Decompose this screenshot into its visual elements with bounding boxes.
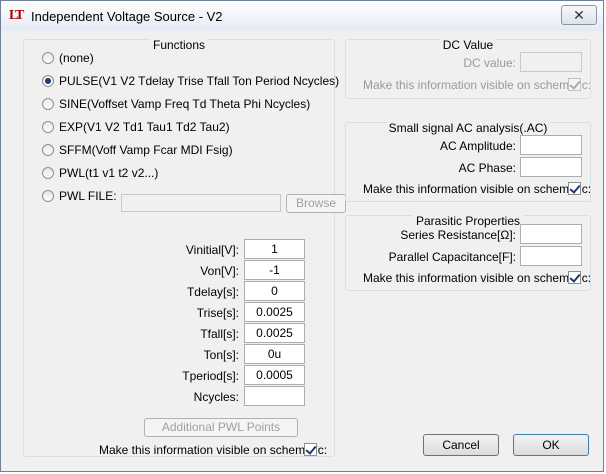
parasitic-visible-checkbox[interactable] <box>568 271 581 284</box>
dc-value-label: DC value: <box>463 56 516 70</box>
radio-pulse[interactable]: PULSE(V1 V2 Tdelay Trise Tfall Ton Perio… <box>42 73 339 89</box>
ac-phase-label: AC Phase: <box>458 161 516 175</box>
radio-pwl-label: PWL(t1 v1 t2 v2...) <box>59 166 159 180</box>
radio-none-icon[interactable] <box>42 52 54 64</box>
radio-none[interactable]: (none) <box>42 50 94 66</box>
functions-title: Functions <box>149 38 209 52</box>
functions-visible-checkbox[interactable] <box>304 443 317 456</box>
trise-label: Trise[s]: <box>196 306 239 320</box>
tperiod-label: Tperiod[s]: <box>182 369 239 383</box>
radio-exp[interactable]: EXP(V1 V2 Td1 Tau1 Td2 Tau2) <box>42 119 230 135</box>
parallel-capacitance-label: Parallel Capacitance[F]: <box>388 250 516 264</box>
dialog-window: LT Independent Voltage Source - V2 ✕ Fun… <box>0 0 604 472</box>
ltspice-app-icon: LT <box>9 8 24 23</box>
radio-exp-icon[interactable] <box>42 121 54 133</box>
series-resistance-input[interactable] <box>520 224 582 244</box>
radio-sine-label: SINE(Voffset Vamp Freq Td Theta Phi Ncyc… <box>59 97 311 111</box>
trise-input[interactable]: 0.0025 <box>244 302 305 322</box>
radio-sffm-label: SFFM(Voff Vamp Fcar MDI Fsig) <box>59 143 233 157</box>
radio-none-label: (none) <box>59 51 94 65</box>
radio-pulse-label: PULSE(V1 V2 Tdelay Trise Tfall Ton Perio… <box>59 74 340 88</box>
parallel-capacitance-input[interactable] <box>520 246 582 266</box>
ac-amplitude-input[interactable] <box>520 135 582 155</box>
ac-analysis-group: Small signal AC analysis(.AC) AC Amplitu… <box>345 121 592 202</box>
radio-pwl-file-label: PWL FILE: <box>59 189 117 203</box>
von-label: Von[V]: <box>200 264 239 278</box>
ac-visible-label: Make this information visible on schemat… <box>363 182 592 196</box>
series-resistance-label: Series Resistance[Ω]: <box>400 228 516 242</box>
radio-pwl-file-icon[interactable] <box>42 190 54 202</box>
dc-value-group: DC Value DC value: Make this information… <box>345 38 592 99</box>
radio-sffm[interactable]: SFFM(Voff Vamp Fcar MDI Fsig) <box>42 142 233 158</box>
radio-sffm-icon[interactable] <box>42 144 54 156</box>
title-bar[interactable]: LT Independent Voltage Source - V2 ✕ <box>1 1 603 31</box>
ok-button[interactable]: OK <box>513 434 589 456</box>
dc-value-title: DC Value <box>439 38 497 52</box>
dc-value-input[interactable] <box>520 52 582 72</box>
parasitic-group: Parasitic Properties Series Resistance[Ω… <box>345 214 592 291</box>
tfall-label: Tfall[s]: <box>200 327 239 341</box>
ton-input[interactable]: 0u <box>244 344 305 364</box>
additional-pwl-points-button[interactable]: Additional PWL Points <box>144 418 298 437</box>
tdelay-label: Tdelay[s]: <box>186 285 239 299</box>
ac-amplitude-label: AC Amplitude: <box>439 139 516 153</box>
pwl-file-input[interactable] <box>121 194 281 212</box>
dc-visible-checkbox[interactable] <box>568 78 581 91</box>
close-button[interactable]: ✕ <box>561 5 597 25</box>
vinitial-input[interactable]: 1 <box>244 239 305 259</box>
radio-pwl[interactable]: PWL(t1 v1 t2 v2...) <box>42 165 158 181</box>
vinitial-label: Vinitial[V]: <box>185 243 239 257</box>
radio-sine[interactable]: SINE(Voffset Vamp Freq Td Theta Phi Ncyc… <box>42 96 310 112</box>
functions-visible-label: Make this information visible on schemat… <box>99 443 328 457</box>
close-icon: ✕ <box>573 7 585 23</box>
radio-exp-label: EXP(V1 V2 Td1 Tau1 Td2 Tau2) <box>59 120 230 134</box>
functions-group: Functions (none) PULSE(V1 V2 Tdelay Tris… <box>23 38 346 457</box>
ncycles-input[interactable] <box>244 386 305 406</box>
ac-analysis-title: Small signal AC analysis(.AC) <box>385 121 551 135</box>
parasitic-title: Parasitic Properties <box>412 214 524 228</box>
ac-visible-checkbox[interactable] <box>568 182 581 195</box>
ton-label: Ton[s]: <box>203 348 239 362</box>
ac-phase-input[interactable] <box>520 157 582 177</box>
radio-pwl-file[interactable]: PWL FILE: <box>42 188 117 204</box>
radio-pwl-icon[interactable] <box>42 167 54 179</box>
tfall-input[interactable]: 0.0025 <box>244 323 305 343</box>
ncycles-label: Ncycles: <box>193 390 239 404</box>
tperiod-input[interactable]: 0.0005 <box>244 365 305 385</box>
dialog-body: Functions (none) PULSE(V1 V2 Tdelay Tris… <box>9 31 595 465</box>
browse-button[interactable]: Browse <box>286 194 346 213</box>
radio-pulse-icon[interactable] <box>42 75 54 87</box>
window-title: Independent Voltage Source - V2 <box>31 9 223 24</box>
radio-sine-icon[interactable] <box>42 98 54 110</box>
dc-visible-label: Make this information visible on schemat… <box>363 78 592 92</box>
parasitic-visible-label: Make this information visible on schemat… <box>363 271 592 285</box>
cancel-button[interactable]: Cancel <box>423 434 499 456</box>
tdelay-input[interactable]: 0 <box>244 281 305 301</box>
von-input[interactable]: -1 <box>244 260 305 280</box>
